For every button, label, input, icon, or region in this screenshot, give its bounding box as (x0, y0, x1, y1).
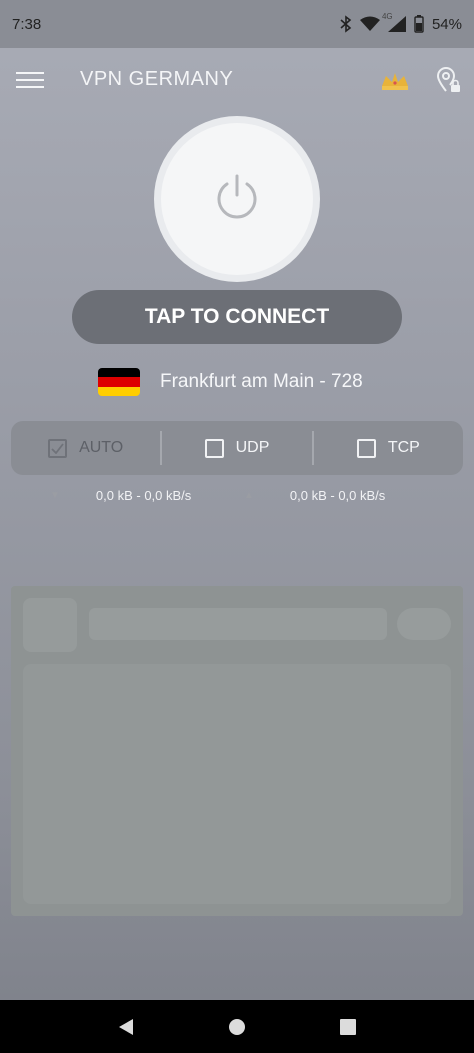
ad-headline-placeholder (89, 608, 387, 640)
battery-icon (414, 15, 424, 33)
server-name: Frankfurt am Main - 728 (160, 371, 363, 392)
system-nav-bar (0, 1000, 474, 1053)
tap-to-connect-button[interactable]: TAP TO CONNECT (72, 290, 402, 344)
protocol-udp-label: UDP (235, 439, 270, 456)
ad-action-placeholder (397, 608, 451, 640)
germany-flag-icon (98, 368, 140, 396)
power-button-inner (161, 123, 313, 275)
recents-icon[interactable] (328, 1007, 368, 1047)
upload-arrow-icon: ▲ (244, 489, 254, 501)
home-icon[interactable] (217, 1007, 257, 1047)
back-icon[interactable] (106, 1007, 146, 1047)
protocol-auto[interactable]: AUTO (11, 421, 160, 475)
tcp-checkbox-icon (356, 438, 376, 458)
power-icon (214, 173, 260, 226)
download-stats: ▼ 0,0 kB - 0,0 kB/s (50, 484, 191, 506)
crown-icon[interactable] (380, 70, 410, 92)
wifi-icon (359, 16, 380, 32)
protocol-auto-label: AUTO (79, 439, 124, 456)
udp-checkbox-icon (204, 438, 224, 458)
location-lock-icon[interactable] (434, 66, 462, 94)
protocol-selector: AUTO UDP TCP (11, 421, 463, 475)
status-time: 7:38 (12, 15, 42, 33)
ad-placeholder[interactable] (11, 586, 463, 916)
protocol-udp[interactable]: UDP (162, 421, 311, 475)
bluetooth-icon (340, 15, 352, 33)
mobile-signal-icon: 4G (382, 12, 406, 32)
network-type: 4G (381, 12, 393, 21)
status-icons: 4G 54% (340, 12, 462, 33)
app-title: VPN GERMANY (80, 68, 234, 90)
status-bar: 7:38 4G 54% (0, 0, 474, 48)
ad-thumbnail (23, 598, 77, 652)
app-bar: VPN GERMANY (0, 48, 474, 112)
upload-stats: ▲ 0,0 kB - 0,0 kB/s (244, 484, 385, 506)
protocol-tcp[interactable]: TCP (314, 421, 463, 475)
download-value: 0,0 kB - 0,0 kB/s (95, 487, 192, 503)
upload-value: 0,0 kB - 0,0 kB/s (289, 487, 386, 503)
menu-icon[interactable] (16, 70, 46, 90)
server-selector[interactable]: Frankfurt am Main - 728 (98, 364, 363, 400)
download-arrow-icon: ▼ (50, 489, 60, 501)
battery-percentage: 54% (431, 15, 462, 33)
ad-media-placeholder (23, 664, 451, 904)
auto-checkbox-icon (48, 438, 68, 458)
power-button[interactable] (154, 116, 320, 282)
protocol-tcp-label: TCP (387, 439, 420, 456)
